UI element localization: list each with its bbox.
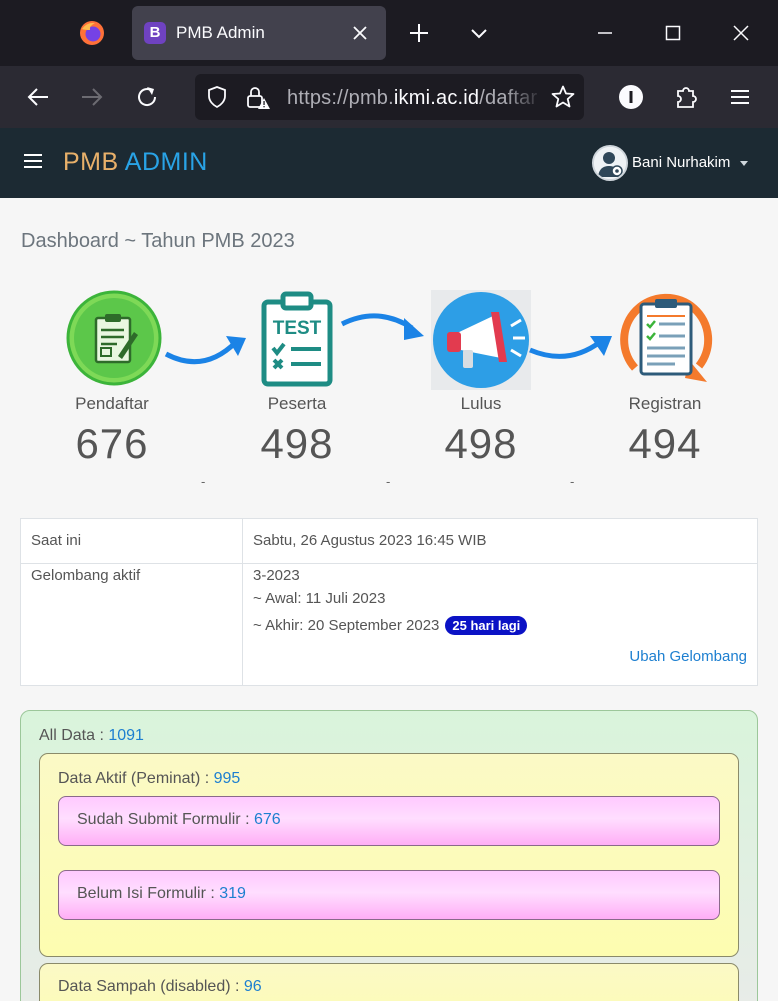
- user-name: Bani Nurhakim: [632, 154, 731, 171]
- current-time-value: Sabtu, 26 Agustus 2023 16:45 WIB: [242, 518, 758, 564]
- stat-value: 498: [444, 420, 518, 467]
- app-menu-icon[interactable]: [724, 81, 756, 113]
- stat-value: 676: [75, 420, 149, 467]
- table-row: Saat ini Sabtu, 26 Agustus 2023 16:45 WI…: [20, 518, 758, 564]
- url-text[interactable]: https://pmb.ikmi.ac.id/daftar: [287, 87, 537, 110]
- stat-label: Lulus: [460, 394, 502, 413]
- new-tab-icon[interactable]: [403, 17, 435, 49]
- stat-lulus: Lulus 498: [389, 290, 573, 468]
- brand-logo[interactable]: PMB ADMIN: [63, 148, 208, 177]
- stat-separator: -: [201, 474, 206, 489]
- all-data-box: All Data : 1091 Data Aktif (Peminat) : 9…: [20, 710, 758, 1001]
- wave-end-row: ~ Akhir: 20 September 2023 25 hari lagi: [253, 614, 747, 637]
- active-data-count: 995: [213, 770, 241, 787]
- extensions-puzzle-icon[interactable]: [670, 81, 702, 113]
- close-tab-icon[interactable]: [346, 19, 374, 47]
- insecure-lock-icon[interactable]: [245, 85, 271, 111]
- bootstrap-favicon-icon: B: [144, 22, 166, 44]
- page-viewport: PMB ADMIN Bani Nurhakim Dashboard ~ Tahu…: [0, 128, 778, 1001]
- stat-registran: Registran 494: [573, 290, 757, 468]
- trash-data-box[interactable]: Data Sampah (disabled) : 96: [39, 963, 739, 1001]
- close-window-icon[interactable]: [725, 17, 757, 49]
- shield-icon[interactable]: [205, 85, 229, 109]
- firefox-logo-icon[interactable]: [79, 20, 105, 46]
- not-filled-form-box[interactable]: Belum Isi Formulir : 319: [58, 870, 720, 920]
- tab-title: PMB Admin: [176, 23, 265, 42]
- all-data-label: All Data : 1091: [39, 727, 144, 744]
- avatar: [592, 145, 628, 181]
- trash-data-count: 96: [243, 978, 262, 995]
- url-fade: [504, 74, 544, 120]
- page-title: Dashboard ~ Tahun PMB 2023: [21, 230, 295, 252]
- active-data-box: Data Aktif (Peminat) : 995 Sudah Submit …: [39, 753, 739, 957]
- change-wave-link[interactable]: Ubah Gelombang: [253, 645, 747, 668]
- days-left-badge: 25 hari lagi: [445, 616, 528, 635]
- trash-data-label: Data Sampah (disabled) : 96: [58, 978, 262, 995]
- reload-icon[interactable]: [131, 81, 163, 113]
- app-header: PMB ADMIN Bani Nurhakim: [0, 128, 778, 198]
- all-data-count: 1091: [108, 727, 144, 744]
- registration-form-icon: [62, 290, 162, 390]
- bookmark-star-icon[interactable]: [550, 84, 576, 110]
- minimize-window-icon[interactable]: [589, 17, 621, 49]
- stat-label: Pendaftar: [75, 394, 149, 413]
- test-clipboard-icon: TEST: [247, 290, 347, 390]
- svg-text:TEST: TEST: [273, 318, 322, 339]
- not-filled-form-count: 319: [219, 885, 246, 902]
- stat-value: 494: [628, 420, 702, 467]
- megaphone-icon: [431, 290, 531, 390]
- active-wave-label: Gelombang aktif: [20, 563, 243, 686]
- back-arrow-icon[interactable]: [22, 81, 54, 113]
- browser-tab-active[interactable]: B PMB Admin: [132, 6, 386, 60]
- wave-name: 3-2023: [253, 567, 300, 584]
- list-tabs-chevron-down-icon[interactable]: [463, 17, 495, 49]
- sidebar-toggle-icon[interactable]: [24, 154, 42, 170]
- brand-admin: ADMIN: [124, 148, 208, 176]
- wave-start: ~ Awal: 11 Juli 2023: [253, 590, 386, 607]
- brand-pmb: PMB: [63, 148, 119, 176]
- wave-end: ~ Akhir: 20 September 2023: [253, 617, 440, 634]
- active-wave-cell: 3-2023 ~ Awal: 11 Juli 2023 ~ Akhir: 20 …: [242, 563, 758, 686]
- active-data-label: Data Aktif (Peminat) : 995: [58, 770, 241, 787]
- maximize-window-icon[interactable]: [657, 17, 689, 49]
- browser-nav-bar: https://pmb.ikmi.ac.id/daftar: [0, 66, 778, 128]
- current-time-label: Saat ini: [20, 518, 243, 564]
- stat-separator: -: [386, 474, 391, 489]
- stat-label: Peserta: [267, 394, 327, 413]
- user-caret-down-icon: [740, 161, 748, 166]
- submitted-form-box[interactable]: Sudah Submit Formulir : 676: [58, 796, 720, 846]
- url-bar[interactable]: https://pmb.ikmi.ac.id/daftar: [195, 74, 584, 120]
- info-table: Saat ini Sabtu, 26 Agustus 2023 16:45 WI…: [20, 518, 758, 686]
- submitted-form-count: 676: [253, 811, 281, 828]
- extension-info-icon[interactable]: [615, 81, 647, 113]
- table-row: Gelombang aktif 3-2023 ~ Awal: 11 Juli 2…: [20, 563, 758, 686]
- stat-pendaftar: Pendaftar 676: [20, 290, 204, 468]
- stat-value: 498: [260, 420, 334, 467]
- browser-tab-bar: B PMB Admin: [0, 0, 778, 66]
- registration-clipboard-icon: [615, 290, 715, 390]
- forward-arrow-icon[interactable]: [76, 81, 108, 113]
- stat-label: Registran: [628, 394, 702, 413]
- stat-separator: -: [570, 474, 575, 489]
